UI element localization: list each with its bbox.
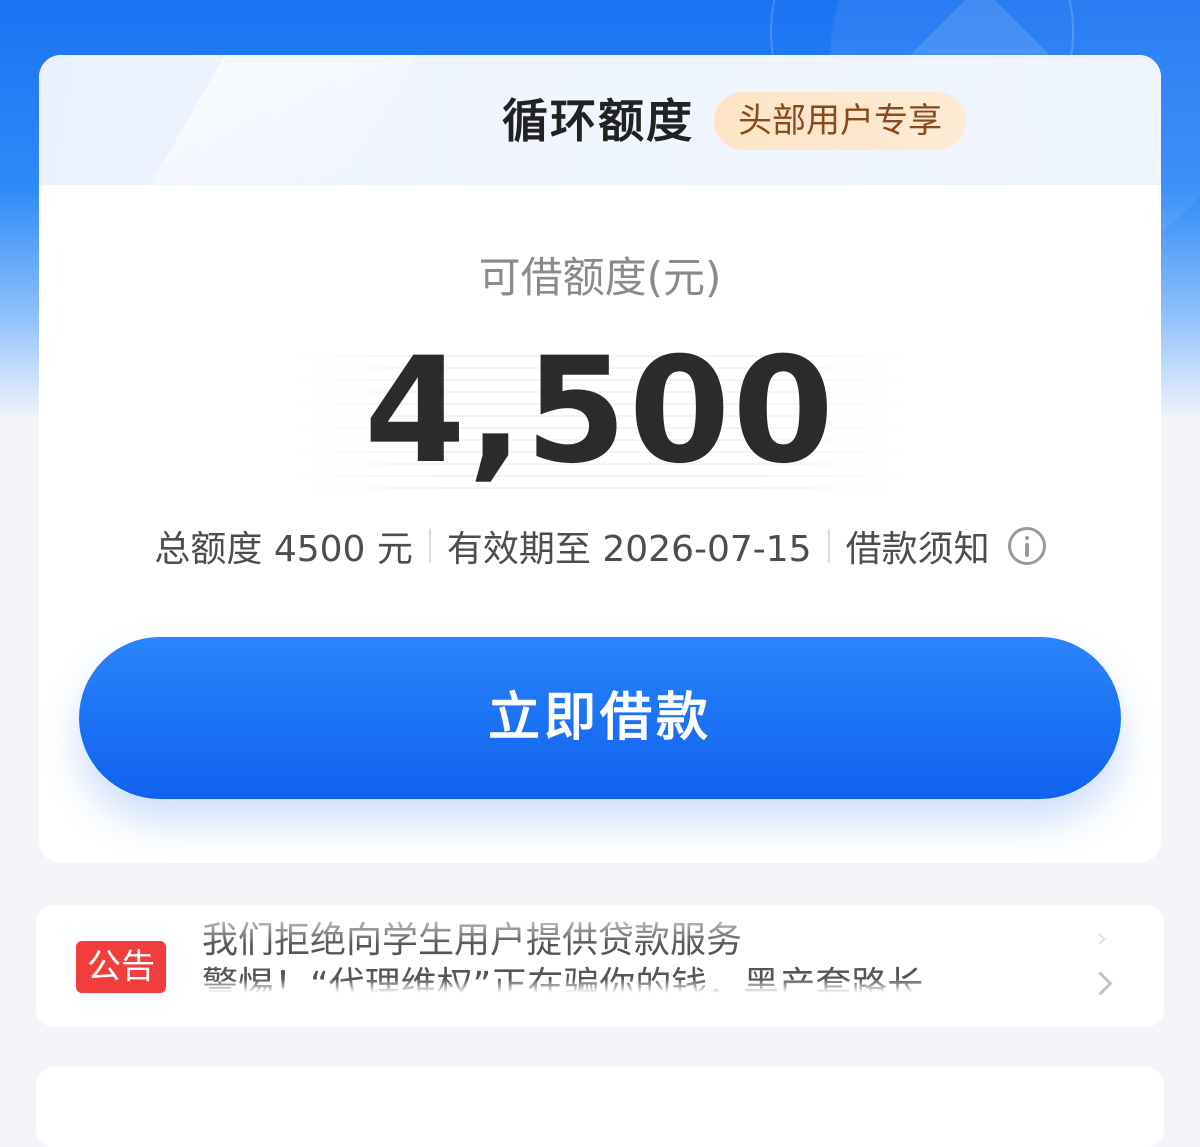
total-limit: 总额度 4500 元 [154, 529, 413, 570]
chevron-right-icon [1094, 933, 1106, 945]
card-title: 循环额度 [502, 94, 694, 148]
available-amount: 4,500 [364, 326, 836, 496]
credit-card-panel: 循环额度 头部用户专享 可借额度(元) 4,500 总额度 4500 元 有效期… [39, 55, 1161, 863]
loan-notice-link[interactable]: 借款须知 [846, 520, 990, 572]
vip-tag: 头部用户专享 [714, 92, 966, 150]
divider [428, 529, 431, 563]
announcement-bar[interactable]: 公告 我们拒绝向学生用户提供贷款服务 警惕！“代理维权”正在骗你的钱，黑产套路长 [36, 905, 1164, 1027]
credit-info-row: 总额度 4500 元 有效期至 2026-07-15 借款须知 [39, 520, 1161, 572]
valid-until: 有效期至 2026-07-15 [446, 529, 812, 570]
announcement-line[interactable]: 警惕！“代理维权”正在骗你的钱，黑产套路长 [202, 962, 923, 1010]
divider [827, 529, 830, 563]
announcement-line[interactable]: 我们拒绝向学生用户提供贷款服务 [202, 917, 742, 965]
chevron-right-icon[interactable] [1088, 971, 1113, 996]
announcement-badge: 公告 [76, 941, 166, 993]
borrow-now-button[interactable]: 立即借款 [79, 637, 1121, 799]
bottom-card [36, 1067, 1164, 1147]
available-label: 可借额度(元) [478, 253, 722, 302]
header-decor [109, 55, 439, 185]
announcement-ticker[interactable]: 我们拒绝向学生用户提供贷款服务 警惕！“代理维权”正在骗你的钱，黑产套路长 [202, 905, 1082, 1027]
card-header: 循环额度 头部用户专享 [39, 55, 1161, 185]
info-icon[interactable] [1007, 527, 1046, 565]
